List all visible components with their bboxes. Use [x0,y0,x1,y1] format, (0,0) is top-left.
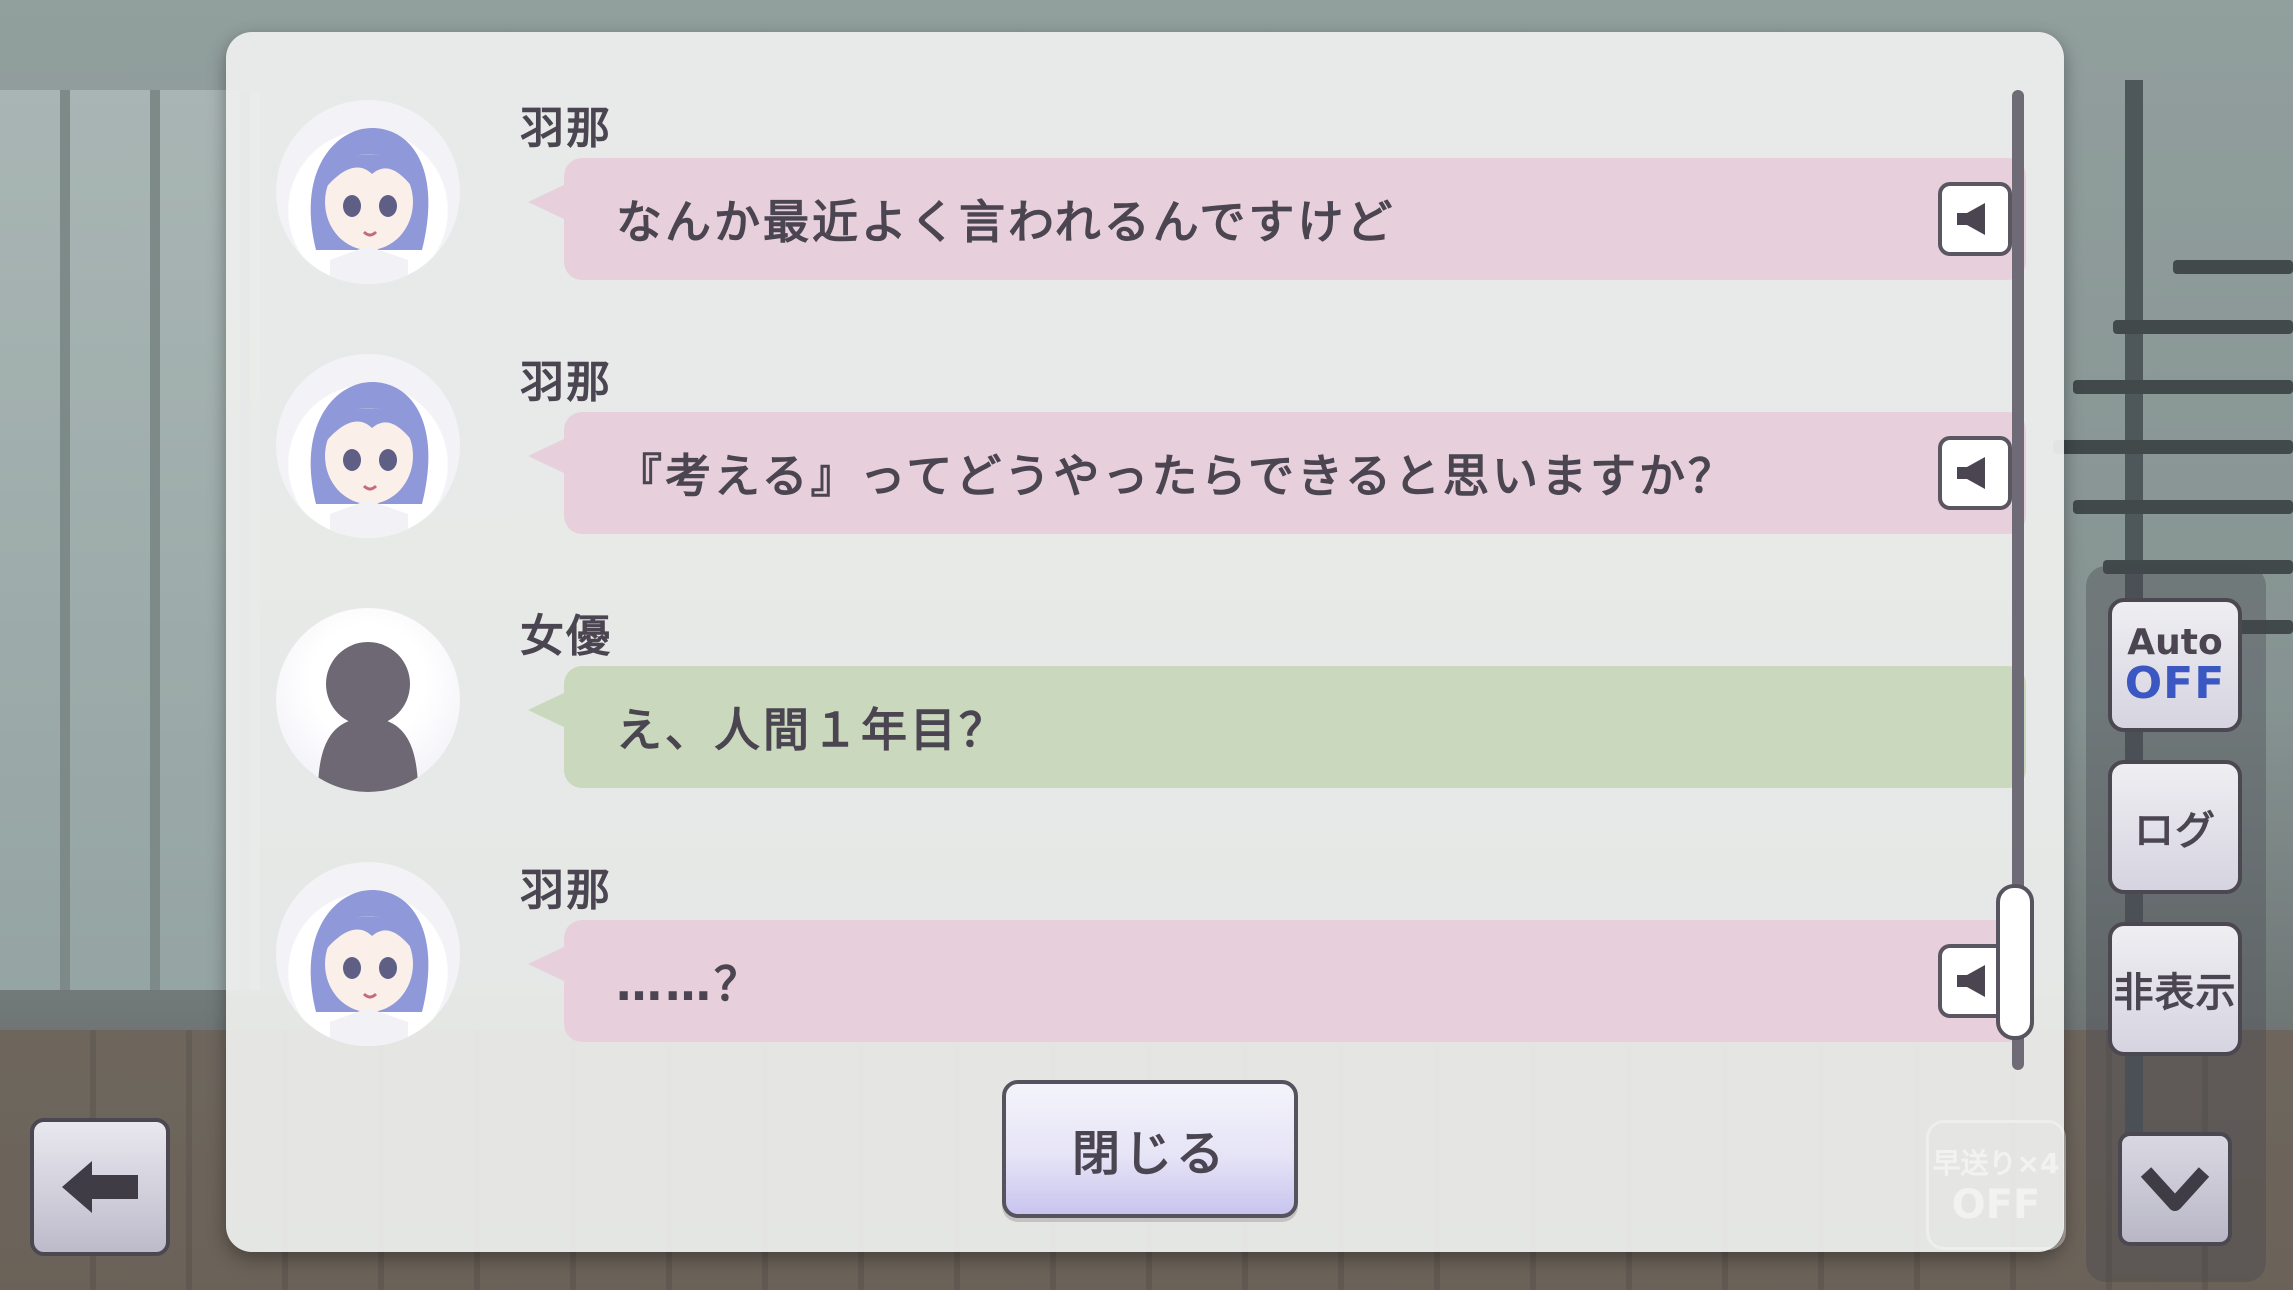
close-button-label: 閉じる [1071,1126,1228,1182]
hana-portrait-icon [276,354,460,538]
back-button[interactable] [30,1118,170,1256]
message-text: え、人間１年目？ [616,703,1008,757]
scroll-down-button[interactable] [2118,1132,2232,1246]
log-entry: 女優 え、人間１年目？ [276,608,2026,808]
speaker-name: 羽那 [520,865,612,916]
message-text: ……？ [616,957,763,1011]
fast-forward-button[interactable]: 早送り×4 OFF [1926,1120,2066,1250]
close-button[interactable]: 閉じる [1002,1080,1298,1218]
hana-portrait-icon [276,862,460,1046]
hana-portrait-icon [276,100,460,284]
fast-forward-label: 早送り×4 [1932,1147,2060,1180]
log-entry: 羽那 ……？ [276,862,2026,1062]
speaker-icon [1957,965,1985,997]
speaker-icon [1957,203,1985,235]
auto-label: Auto [2127,622,2223,663]
voice-replay-button[interactable] [1938,182,2012,256]
message-bubble: 『考える』ってどうやったらできると思いますか？ [528,412,2026,534]
arrow-left-icon [62,1161,138,1213]
log-button[interactable]: ログ [2108,760,2242,894]
fast-forward-state: OFF [1951,1182,2041,1228]
message-bubble: え、人間１年目？ [528,666,2026,788]
speaker-name: 羽那 [520,103,612,154]
message-bubble: なんか最近よく言われるんですけど [528,158,2026,280]
speaker-icon [1957,457,1985,489]
chevron-down-icon [2140,1167,2210,1211]
message-text: 『考える』ってどうやったらできると思いますか？ [616,449,1738,503]
auto-state: OFF [2124,658,2226,709]
hide-ui-button[interactable]: 非表示 [2108,922,2242,1056]
message-text: なんか最近よく言われるんですけど [616,195,1396,249]
dialogue-log-panel: 羽那 なんか最近よく言われるんですけど 羽那 『考える』ってどうやったらできると… [226,32,2064,1252]
hide-button-label: 非表示 [2113,970,2237,1016]
log-scrollbar-thumb[interactable] [1996,884,2034,1040]
log-entry: 羽那 『考える』ってどうやったらできると思いますか？ [276,354,2026,554]
log-entry: 羽那 なんか最近よく言われるんですけど [276,100,2026,300]
voice-replay-button[interactable] [1938,436,2012,510]
silhouette-icon [276,608,460,792]
auto-toggle-button[interactable]: Auto OFF [2108,598,2242,732]
speaker-name: 羽那 [520,357,612,408]
message-bubble: ……？ [528,920,2026,1042]
log-button-label: ログ [2134,808,2216,854]
speaker-name: 女優 [520,611,612,662]
